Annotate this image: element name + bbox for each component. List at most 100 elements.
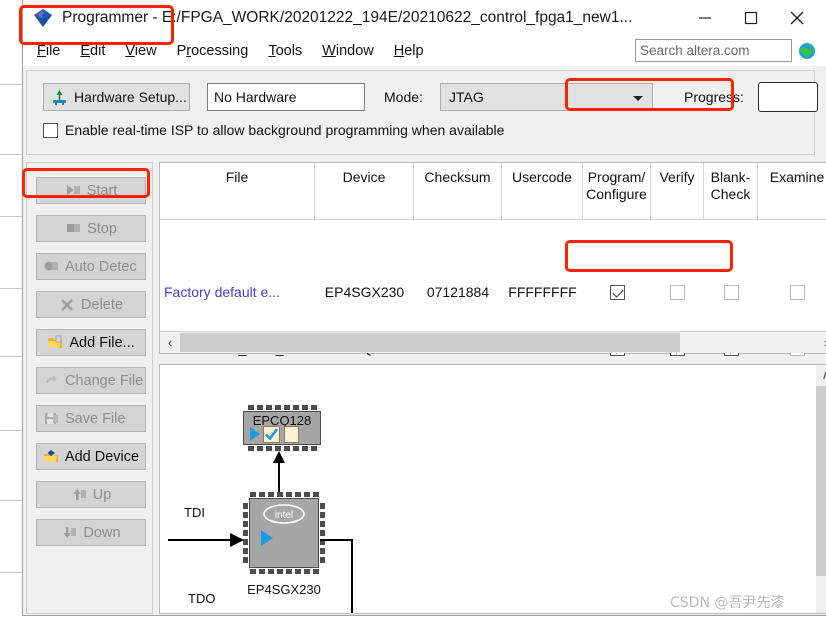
change-file-icon [43, 373, 60, 389]
diagram-chip-epcq128[interactable]: EPCQ128 [243, 405, 321, 451]
scroll-left-arrow[interactable]: ‹ [160, 332, 180, 353]
bottom-edge [0, 616, 826, 621]
start-label: Start [86, 182, 118, 199]
column-header-blank-check[interactable]: Blank- Check [704, 163, 758, 220]
menu-item-tools[interactable]: Tools [268, 43, 302, 59]
column-header-usercode[interactable]: Usercode [502, 163, 583, 220]
menu-bar: File Edit View Processing Tools Window H… [23, 36, 826, 66]
diagram-vertical-scrollbar[interactable]: ∧ [816, 365, 826, 613]
add-device-button[interactable]: Add Device [36, 443, 146, 470]
add-device-label: Add Device [64, 448, 140, 465]
menu-item-view[interactable]: View [125, 43, 156, 59]
close-button[interactable] [774, 0, 820, 36]
verify-checkbox[interactable] [670, 284, 685, 300]
hardware-value-field[interactable]: No Hardware [207, 83, 365, 111]
cell-examine[interactable] [758, 278, 826, 306]
examine-checkbox[interactable] [789, 284, 805, 300]
stop-button[interactable]: Stop [36, 215, 146, 242]
diagram-canvas[interactable]: EPCQ128 intel EP4SGX230 TDI TDO [160, 365, 818, 613]
diagram-tdi-label: TDI [184, 505, 205, 520]
mode-select[interactable]: JTAG [440, 83, 653, 111]
blank-check-line1: Blank- [710, 169, 751, 185]
add-file-icon [47, 335, 64, 351]
jtag-chain-diagram-panel: EPCQ128 intel EP4SGX230 TDI TDO [159, 364, 826, 614]
epcq-program-indicator [263, 426, 280, 443]
add-device-icon [43, 449, 60, 465]
program-configure-line1: Program/ [587, 169, 646, 185]
stop-label: Stop [87, 220, 117, 237]
menu-item-processing[interactable]: Processing [177, 43, 249, 59]
scroll-up-arrow[interactable]: ∧ [816, 365, 826, 385]
isp-row[interactable]: Enable real-time ISP to allow background… [43, 122, 504, 138]
hardware-value-text: No Hardware [214, 89, 297, 105]
diagram-tdo-label: TDO [188, 591, 216, 606]
progress-label: Progress: [684, 89, 744, 105]
change-file-button[interactable]: Change File [36, 367, 146, 394]
column-header-verify[interactable]: Verify [651, 163, 704, 220]
device-chain-table: File Device Checksum Usercode Program/ C… [159, 162, 826, 356]
table-row[interactable]: Factory default e... EP4SGX230 07121884 … [160, 278, 826, 306]
cell-usercode: FFFFFFFF [508, 284, 577, 300]
cell-blank-check[interactable] [704, 278, 758, 306]
cell-verify[interactable] [651, 278, 704, 306]
column-header-program-configure[interactable]: Program/ Configure [583, 163, 651, 220]
hardware-setup-icon [51, 89, 68, 105]
epcq-play-icon [250, 427, 260, 441]
watermark: CSDN @吾尹先漆 [670, 595, 785, 611]
hscroll-track[interactable] [180, 332, 816, 353]
globe-icon[interactable] [798, 42, 816, 60]
delete-button[interactable]: Delete [36, 291, 146, 318]
cell-checksum: 07121884 [426, 284, 490, 300]
move-down-button[interactable]: Down [36, 519, 146, 546]
diagram-tdi-arrow [168, 533, 244, 547]
down-arrow-icon [61, 525, 78, 541]
save-file-button[interactable]: Save File [36, 405, 146, 432]
vscroll-thumb[interactable] [816, 386, 826, 576]
program-configure-checkbox[interactable] [609, 284, 625, 300]
window-title: Programmer - E:/FPGA_WORK/20201222_194E/… [62, 9, 633, 26]
search-input[interactable] [635, 39, 792, 62]
isp-label: Enable real-time ISP to allow background… [65, 122, 505, 138]
minimize-button[interactable] [682, 0, 728, 36]
hardware-setup-label: Hardware Setup... [74, 89, 187, 105]
maximize-button[interactable] [728, 0, 774, 36]
start-icon [65, 183, 82, 199]
move-up-label: Up [92, 486, 112, 503]
auto-detect-label: Auto Detec [65, 258, 137, 275]
menu-item-file[interactable]: File [37, 43, 60, 59]
scroll-right-arrow[interactable]: › [816, 332, 826, 353]
table-header-row: File Device Checksum Usercode Program/ C… [160, 163, 826, 220]
hscroll-thumb[interactable] [180, 333, 680, 352]
menu-item-help[interactable]: Help [394, 43, 424, 59]
table-horizontal-scrollbar[interactable]: ‹ › [160, 331, 826, 353]
cell-file[interactable]: Factory default e... [160, 278, 315, 306]
diagram-tdo-path [320, 539, 353, 613]
svg-text:intel: intel [275, 510, 293, 521]
hardware-setup-panel: Hardware Setup... No Hardware Mode: JTAG… [26, 70, 818, 155]
programmer-window: Programmer - E:/FPGA_WORK/20201222_194E/… [19, 0, 826, 616]
add-file-button[interactable]: Add File... [36, 329, 146, 356]
title-bar[interactable]: Programmer - E:/FPGA_WORK/20201222_194E/… [23, 0, 826, 36]
isp-checkbox[interactable] [43, 122, 58, 138]
column-header-device[interactable]: Device [315, 163, 414, 220]
auto-detect-button[interactable]: Auto Detec [36, 253, 146, 280]
altera-quartus-icon [31, 6, 55, 30]
menu-item-edit[interactable]: Edit [80, 43, 105, 59]
program-configure-line2: Configure [586, 186, 647, 202]
move-up-button[interactable]: Up [36, 481, 146, 508]
hardware-setup-button[interactable]: Hardware Setup... [43, 83, 190, 111]
column-header-file[interactable]: File [160, 163, 315, 220]
cell-program-configure[interactable] [583, 278, 651, 306]
chevron-down-icon [633, 96, 643, 101]
up-arrow-icon [71, 487, 88, 503]
blank-check-checkbox[interactable] [723, 284, 739, 300]
background-document-strip [0, 0, 22, 621]
column-header-checksum[interactable]: Checksum [414, 163, 502, 220]
blank-check-line2: Check [710, 186, 751, 202]
cell-device: EP4SGX230 [324, 284, 405, 300]
search-area [635, 39, 816, 62]
start-button[interactable]: Start [36, 177, 146, 204]
menu-item-window[interactable]: Window [322, 43, 374, 59]
diagram-chip-ep4sgx230[interactable]: intel EP4SGX230 [243, 492, 325, 597]
column-header-examine[interactable]: Examine [758, 163, 826, 220]
